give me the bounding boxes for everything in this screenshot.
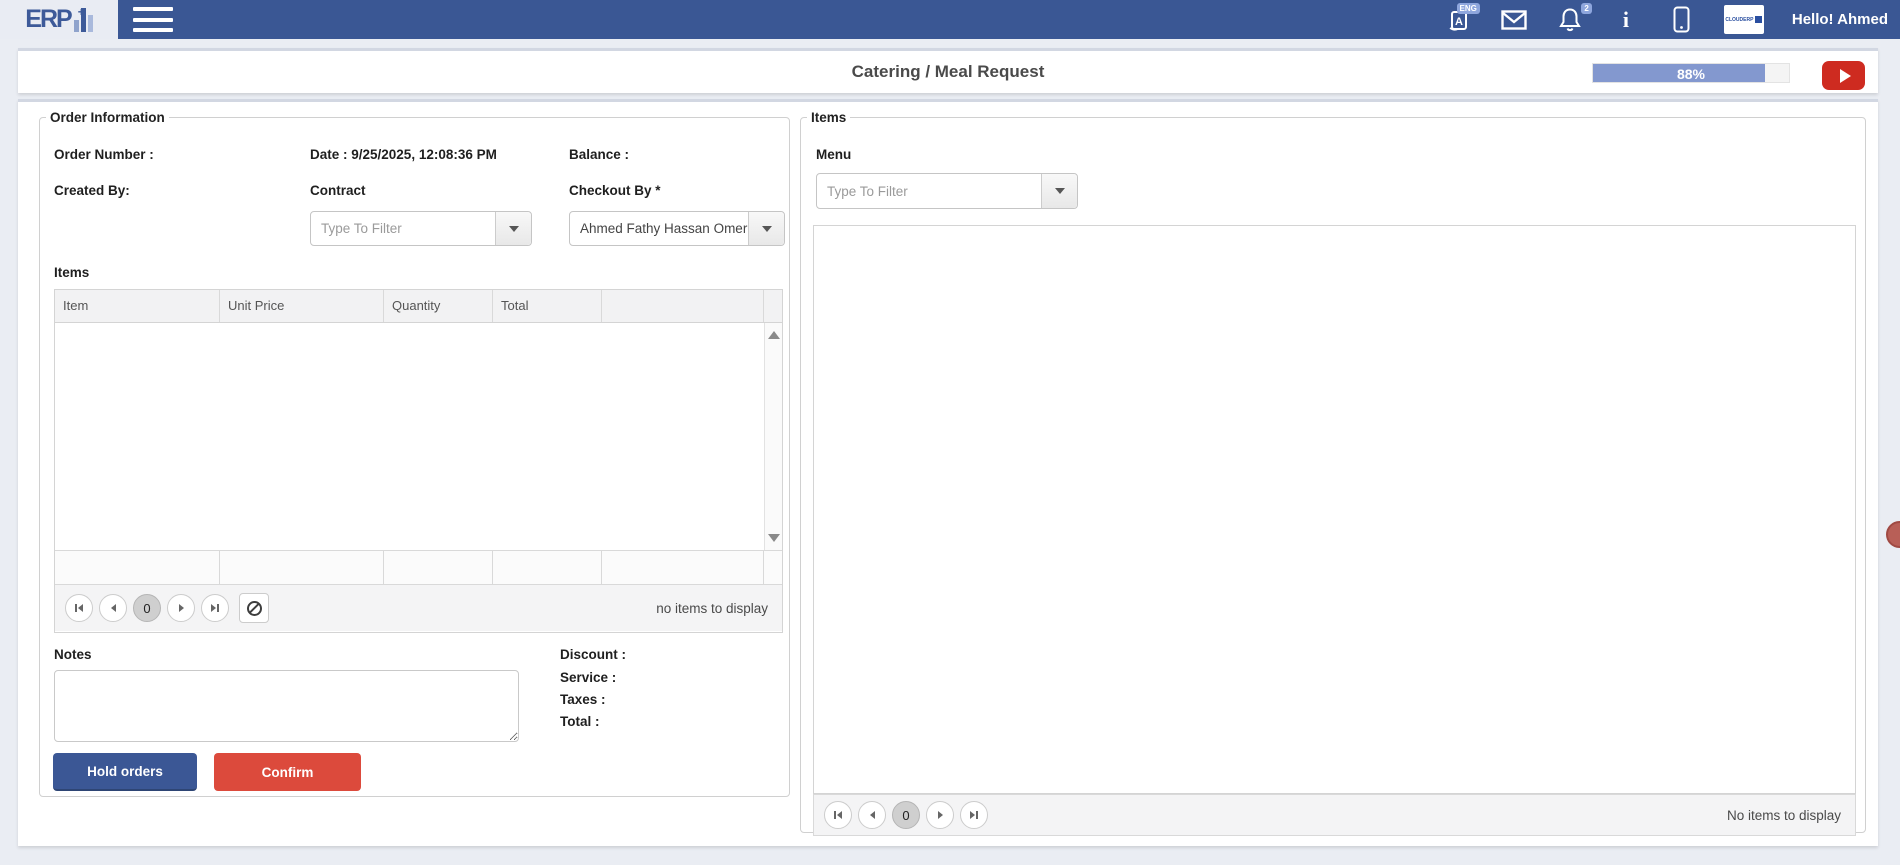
language-badge: ENG	[1457, 3, 1480, 14]
grid-vertical-scrollbar[interactable]	[764, 323, 782, 550]
checkout-by-label: Checkout By *	[569, 183, 661, 198]
content-card: Order Information Order Number : Date : …	[18, 99, 1878, 846]
profile-progress-bar: 88%	[1592, 63, 1790, 83]
menu-filter-dropdown[interactable]: Type To Filter	[816, 173, 1078, 209]
checkout-by-dropdown-button[interactable]	[748, 212, 784, 245]
pager-current-page[interactable]: 0	[133, 594, 161, 622]
page-title-bar: Catering / Meal Request 88%	[18, 48, 1878, 93]
order-number-label: Order Number :	[54, 147, 154, 162]
column-header-quantity[interactable]: Quantity	[384, 290, 493, 322]
column-header-actions	[602, 290, 764, 322]
user-greeting: Hello! Ahmed	[1792, 11, 1888, 28]
menu-filter-dropdown-button[interactable]	[1041, 174, 1077, 208]
chevron-down-icon	[1055, 188, 1065, 194]
header-actions: A ENG 2 i CLOU	[1444, 0, 1888, 39]
notes-textarea[interactable]	[54, 670, 519, 742]
notifications-bell-icon[interactable]: 2	[1556, 6, 1584, 34]
column-header-total[interactable]: Total	[493, 290, 602, 322]
info-icon[interactable]: i	[1612, 6, 1640, 34]
pager-prev-button[interactable]	[858, 801, 886, 829]
date-label: Date : 9/25/2025, 12:08:36 PM	[310, 147, 497, 162]
menu-items-pager: 0 No items to display	[813, 794, 1856, 836]
user-avatar[interactable]: CLOUDERP	[1724, 5, 1764, 34]
pager-next-button[interactable]	[167, 594, 195, 622]
progress-percent-label: 88%	[1593, 66, 1789, 82]
menu-items-list	[813, 225, 1856, 794]
contract-dropdown-placeholder: Type To Filter	[311, 221, 495, 236]
column-header-spacer	[764, 290, 782, 322]
svg-text:A: A	[1455, 16, 1463, 28]
pager-prev-button[interactable]	[99, 594, 127, 622]
cancel-icon	[247, 601, 262, 616]
order-items-grid: Item Unit Price Quantity Total	[54, 289, 783, 633]
order-items-grid-header: Item Unit Price Quantity Total	[55, 290, 782, 323]
items-panel-legend: Items	[807, 110, 850, 125]
mail-icon[interactable]	[1500, 6, 1528, 34]
items-panel: Items Menu Type To Filter 0 No items to …	[800, 110, 1866, 833]
hold-orders-button[interactable]: Hold orders	[53, 753, 197, 791]
order-information-panel: Order Information Order Number : Date : …	[39, 110, 790, 797]
menu-items-empty-message: No items to display	[1727, 808, 1841, 823]
video-help-button[interactable]	[1822, 61, 1865, 90]
menu-label: Menu	[816, 147, 851, 162]
discount-label: Discount :	[560, 647, 626, 662]
chevron-down-icon	[509, 226, 519, 232]
pager-current-page[interactable]: 0	[892, 801, 920, 829]
language-icon[interactable]: A ENG	[1444, 6, 1472, 34]
service-label: Service :	[560, 670, 616, 685]
checkout-by-value: Ahmed Fathy Hassan Omer	[570, 221, 748, 236]
order-items-grid-footer	[55, 550, 782, 584]
menu-hamburger-icon[interactable]	[133, 7, 173, 32]
mobile-app-icon[interactable]	[1668, 6, 1696, 34]
created-by-label: Created By:	[54, 183, 130, 198]
notes-label: Notes	[54, 647, 92, 662]
contract-label: Contract	[310, 183, 366, 198]
feedback-fab-button[interactable]	[1886, 521, 1900, 548]
column-header-item[interactable]: Item	[55, 290, 220, 322]
total-label: Total :	[560, 714, 600, 729]
order-items-pager: 0 no items to display	[55, 584, 782, 631]
column-header-unit-price[interactable]: Unit Price	[220, 290, 384, 322]
order-items-grid-body	[55, 323, 782, 550]
pager-first-button[interactable]	[824, 801, 852, 829]
checkout-by-dropdown[interactable]: Ahmed Fathy Hassan Omer	[569, 211, 785, 246]
items-section-label: Items	[54, 265, 89, 280]
play-icon	[1840, 69, 1851, 83]
pager-next-button[interactable]	[926, 801, 954, 829]
logo-building-icon: +	[74, 8, 93, 32]
pager-last-button[interactable]	[960, 801, 988, 829]
top-header-bar: ERP + A ENG 2 i	[0, 0, 1900, 39]
app-logo[interactable]: ERP +	[0, 0, 118, 39]
menu-filter-placeholder: Type To Filter	[817, 184, 1041, 199]
chevron-down-icon	[762, 226, 772, 232]
scroll-down-icon[interactable]	[768, 534, 780, 542]
contract-dropdown-button[interactable]	[495, 212, 531, 245]
app-logo-text: ERP	[25, 5, 70, 34]
notifications-count-badge: 2	[1581, 3, 1591, 14]
pager-cancel-button[interactable]	[239, 593, 269, 623]
order-information-legend: Order Information	[46, 110, 169, 125]
pager-last-button[interactable]	[201, 594, 229, 622]
contract-dropdown[interactable]: Type To Filter	[310, 211, 532, 246]
scroll-up-icon[interactable]	[768, 331, 780, 339]
taxes-label: Taxes :	[560, 692, 606, 707]
pager-first-button[interactable]	[65, 594, 93, 622]
confirm-button[interactable]: Confirm	[214, 753, 361, 791]
balance-label: Balance :	[569, 147, 629, 162]
order-items-empty-message: no items to display	[656, 601, 768, 616]
